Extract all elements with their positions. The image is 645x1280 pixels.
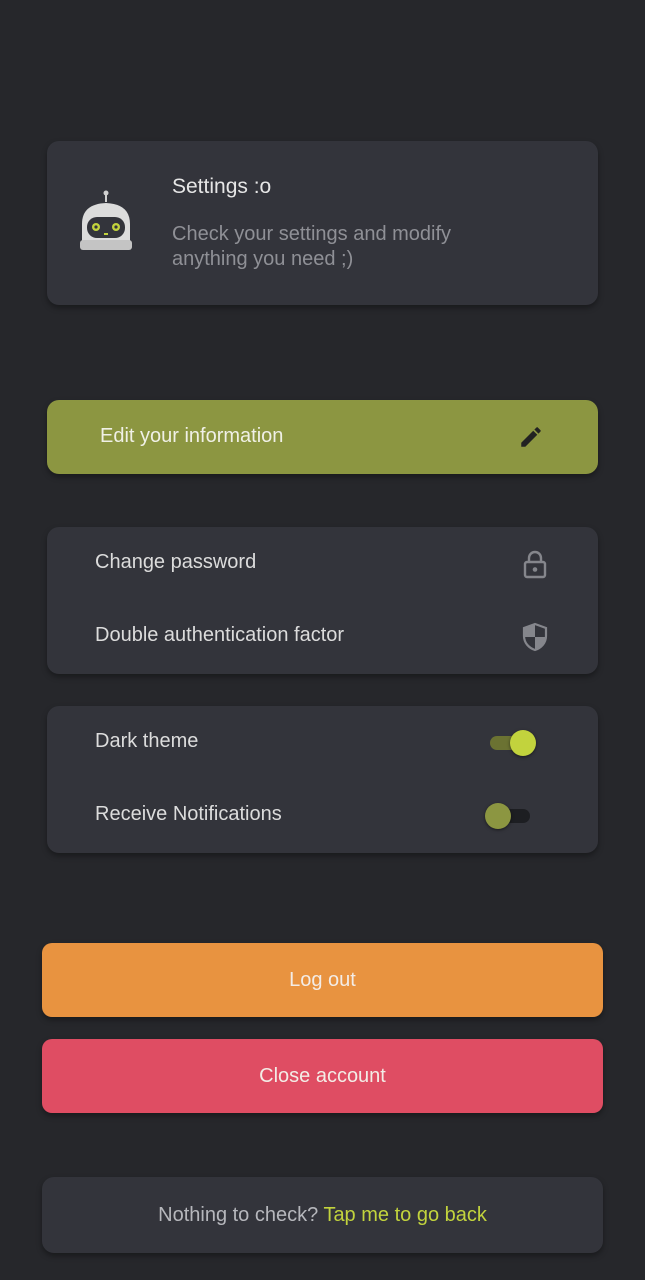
- page-title: Settings :o: [172, 175, 272, 198]
- logout-button[interactable]: Log out: [42, 943, 603, 1017]
- edit-information-label: Edit your information: [100, 425, 284, 447]
- toggle-thumb: [510, 730, 536, 756]
- security-card: Change password Double authentication fa…: [47, 527, 598, 674]
- go-back-link[interactable]: Tap me to go back: [323, 1204, 486, 1226]
- robot-icon: [80, 190, 132, 250]
- shield-icon: [522, 622, 548, 652]
- toggle-thumb: [485, 803, 511, 829]
- lock-icon: [523, 550, 547, 579]
- footer-text: Nothing to check?: [158, 1204, 319, 1226]
- notifications-item: Receive Notifications: [47, 779, 598, 852]
- pencil-icon: [521, 427, 541, 447]
- two-factor-auth-label: Double authentication factor: [95, 624, 345, 646]
- notifications-label: Receive Notifications: [95, 803, 282, 825]
- change-password-item[interactable]: Change password: [47, 527, 598, 600]
- edit-information-button[interactable]: Edit your information: [47, 400, 598, 474]
- preferences-card: Dark theme Receive Notifications: [47, 706, 598, 853]
- notifications-toggle[interactable]: [485, 801, 537, 831]
- dark-theme-toggle[interactable]: [487, 728, 539, 758]
- dark-theme-item: Dark theme: [47, 706, 598, 779]
- close-account-button[interactable]: Close account: [42, 1039, 603, 1113]
- change-password-label: Change password: [95, 551, 257, 573]
- footer-card: Nothing to check? Tap me to go back: [42, 1177, 603, 1253]
- page-subtitle: Check your settings and modify anything …: [172, 223, 452, 270]
- dark-theme-label: Dark theme: [95, 730, 199, 752]
- two-factor-auth-item[interactable]: Double authentication factor: [47, 600, 598, 673]
